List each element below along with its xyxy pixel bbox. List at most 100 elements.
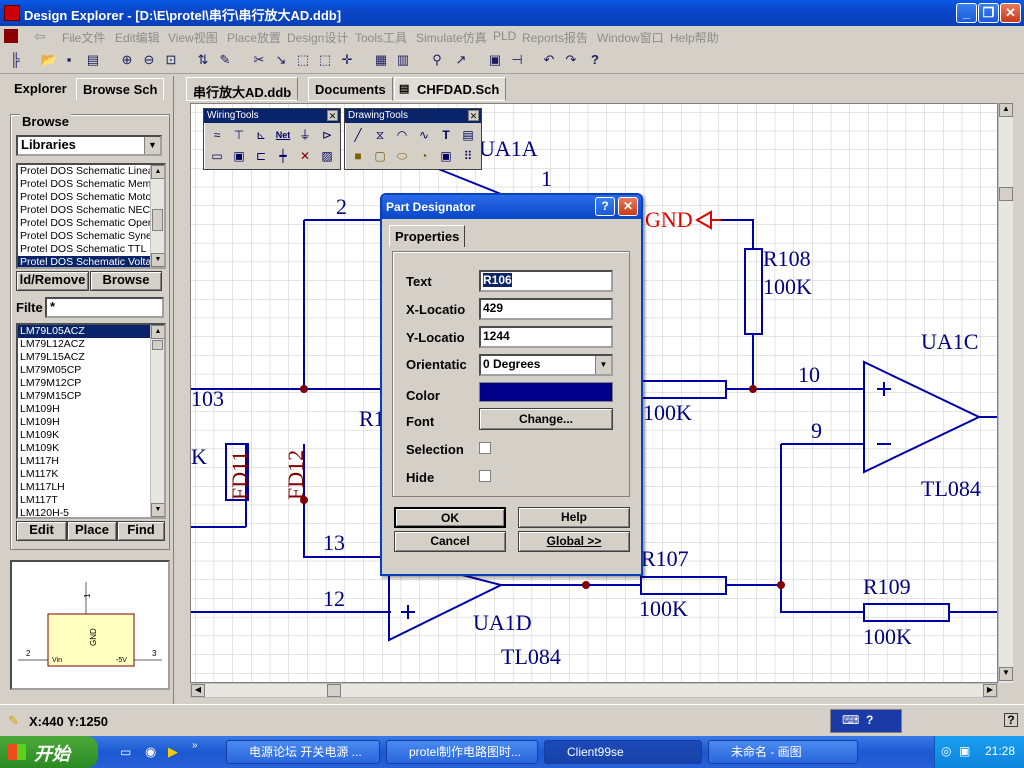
- power-port-icon[interactable]: ⏚: [296, 126, 314, 144]
- sheet-entry-icon[interactable]: ▣: [230, 147, 248, 165]
- wire-icon[interactable]: ↘: [272, 51, 290, 69]
- component-list-item[interactable]: LM117T: [18, 494, 152, 507]
- component-icon[interactable]: ▣: [486, 51, 504, 69]
- keyboard-icon[interactable]: ⌨: [842, 713, 859, 727]
- deselect-icon[interactable]: ⬚: [316, 51, 334, 69]
- tab-documents[interactable]: Documents: [308, 77, 393, 101]
- menu-edit[interactable]: Edit编辑: [115, 29, 160, 46]
- close-icon[interactable]: ✕: [468, 110, 479, 121]
- polygon-tool-icon[interactable]: ⧖: [371, 126, 389, 144]
- wiring-tools-title[interactable]: WiringTools ✕: [204, 109, 340, 123]
- quicklaunch-media-icon[interactable]: ▶: [168, 744, 178, 760]
- component-list-item[interactable]: LM79L12ACZ: [18, 338, 152, 351]
- tree-icon[interactable]: ╠: [6, 51, 24, 69]
- zoom-out-icon[interactable]: ⊖: [140, 51, 158, 69]
- dialog-title-bar[interactable]: Part Designator ? ✕: [382, 195, 641, 219]
- scroll-thumb[interactable]: [152, 340, 163, 350]
- wire-tool-icon[interactable]: ≈: [208, 126, 226, 144]
- library-list-item[interactable]: Protel DOS Schematic Memory: [18, 178, 152, 191]
- ellipse-tool-icon[interactable]: ⬭: [393, 147, 411, 165]
- orientation-select[interactable]: 0 Degrees ▼: [479, 354, 613, 376]
- select-area-icon[interactable]: ⬚: [294, 51, 312, 69]
- quicklaunch-expand-icon[interactable]: »: [192, 740, 198, 751]
- bus-tool-icon[interactable]: ⊤: [230, 126, 248, 144]
- open-icon[interactable]: 📂: [40, 51, 58, 69]
- library-list-item[interactable]: Protel DOS Schematic Synertek: [18, 230, 152, 243]
- app-icon[interactable]: [4, 5, 20, 21]
- scroll-down-icon[interactable]: ▼: [151, 253, 164, 267]
- component-scrollbar[interactable]: ▲ ▼: [150, 325, 164, 517]
- help-icon[interactable]: ?: [866, 713, 873, 727]
- y-location-input[interactable]: 1244: [479, 326, 613, 348]
- task-protel-help[interactable]: protel制作电路图时...: [386, 740, 538, 764]
- close-icon[interactable]: ✕: [327, 110, 338, 121]
- text-input[interactable]: R106: [479, 270, 613, 292]
- scroll-up-icon[interactable]: ▲: [151, 165, 164, 179]
- scroll-right-icon[interactable]: ▶: [983, 684, 997, 697]
- cancel-button[interactable]: Cancel: [394, 531, 506, 552]
- filter-input[interactable]: *: [45, 297, 164, 318]
- tab-explorer[interactable]: Explorer: [8, 78, 73, 100]
- net-icon[interactable]: ⊣: [508, 51, 526, 69]
- library-list-item[interactable]: Protel DOS Schematic Voltage: [18, 256, 152, 267]
- sheet-symbol-icon[interactable]: ▭: [208, 147, 226, 165]
- round-rect-tool-icon[interactable]: ▢: [371, 147, 389, 165]
- component-list[interactable]: LM79L05ACZ LM79L12ACZ LM79L15ACZ LM79M05CP L…: [16, 323, 166, 519]
- color-swatch[interactable]: [479, 382, 613, 402]
- tray-volume-icon[interactable]: ▣: [959, 744, 970, 758]
- net-label-icon[interactable]: Net: [274, 126, 292, 144]
- hide-checkbox[interactable]: [479, 470, 491, 482]
- zoom-fit-icon[interactable]: ⊡: [162, 51, 180, 69]
- component-list-item[interactable]: LM117LH: [18, 481, 152, 494]
- component-list-item[interactable]: LM79L15ACZ: [18, 351, 152, 364]
- close-icon[interactable]: ✕: [618, 197, 638, 216]
- place-button[interactable]: Place: [67, 521, 117, 541]
- vertical-scrollbar[interactable]: ▲ ▼: [998, 103, 1013, 683]
- menu-help[interactable]: Help帮助: [670, 29, 719, 46]
- library-list-item[interactable]: Protel DOS Schematic NEC: [18, 204, 152, 217]
- help-button[interactable]: Help: [518, 507, 630, 528]
- x-location-input[interactable]: 429: [479, 298, 613, 320]
- print-icon[interactable]: ▤: [84, 51, 102, 69]
- menu-window[interactable]: Window窗口: [597, 29, 664, 46]
- library-icon[interactable]: ▥: [394, 51, 412, 69]
- library-list-item[interactable]: Protel DOS Schematic Operational: [18, 217, 152, 230]
- junction-icon[interactable]: ┿: [274, 147, 292, 165]
- close-button[interactable]: ✕: [1000, 3, 1021, 23]
- scroll-thumb[interactable]: [999, 187, 1013, 201]
- component-list-item[interactable]: LM109H: [18, 416, 152, 429]
- component-list-item[interactable]: LM109K: [18, 429, 152, 442]
- pencil-icon[interactable]: ✎: [216, 51, 234, 69]
- text-tool-icon[interactable]: T: [437, 126, 455, 144]
- ok-button[interactable]: OK: [394, 507, 506, 528]
- component-list-item[interactable]: LM117H: [18, 455, 152, 468]
- component-list-item[interactable]: LM79M12CP: [18, 377, 152, 390]
- menu-file[interactable]: File文件: [62, 29, 105, 46]
- tab-ddb[interactable]: 串行放大AD.ddb: [186, 77, 299, 101]
- quicklaunch-desktop-icon[interactable]: ▭: [120, 745, 131, 759]
- arc-tool-icon[interactable]: ◠: [393, 126, 411, 144]
- tray-network-icon[interactable]: ◎: [941, 744, 951, 758]
- add-remove-button[interactable]: ld/Remove: [16, 271, 89, 291]
- pie-tool-icon[interactable]: ◔: [415, 147, 433, 165]
- component-list-item[interactable]: LM109K: [18, 442, 152, 455]
- save-icon[interactable]: ▪: [60, 51, 78, 69]
- task-paint[interactable]: 未命名 - 画图: [708, 740, 858, 764]
- table-icon[interactable]: ▦: [372, 51, 390, 69]
- menu-reports[interactable]: Reports报告: [522, 29, 588, 46]
- line-tool-icon[interactable]: ╱: [349, 126, 367, 144]
- component-list-item[interactable]: LM79L05ACZ: [18, 325, 152, 338]
- scroll-down-icon[interactable]: ▼: [151, 503, 164, 517]
- scroll-left-icon[interactable]: ◀: [191, 684, 205, 697]
- part-icon[interactable]: ⊳: [318, 126, 336, 144]
- library-scrollbar[interactable]: ▲ ▼: [150, 165, 164, 267]
- no-erc-icon[interactable]: ✕: [296, 147, 314, 165]
- zoom-in-icon[interactable]: ⊕: [118, 51, 136, 69]
- move-icon[interactable]: ✛: [338, 51, 356, 69]
- scroll-down-icon[interactable]: ▼: [999, 667, 1013, 681]
- menu-tools[interactable]: Tools工具: [355, 29, 407, 46]
- chevron-down-icon[interactable]: ▼: [144, 137, 160, 154]
- library-list-item[interactable]: Protel DOS Schematic Motorola: [18, 191, 152, 204]
- tab-browse-sch[interactable]: Browse Sch: [76, 78, 165, 100]
- rectangle-tool-icon[interactable]: ■: [349, 147, 367, 165]
